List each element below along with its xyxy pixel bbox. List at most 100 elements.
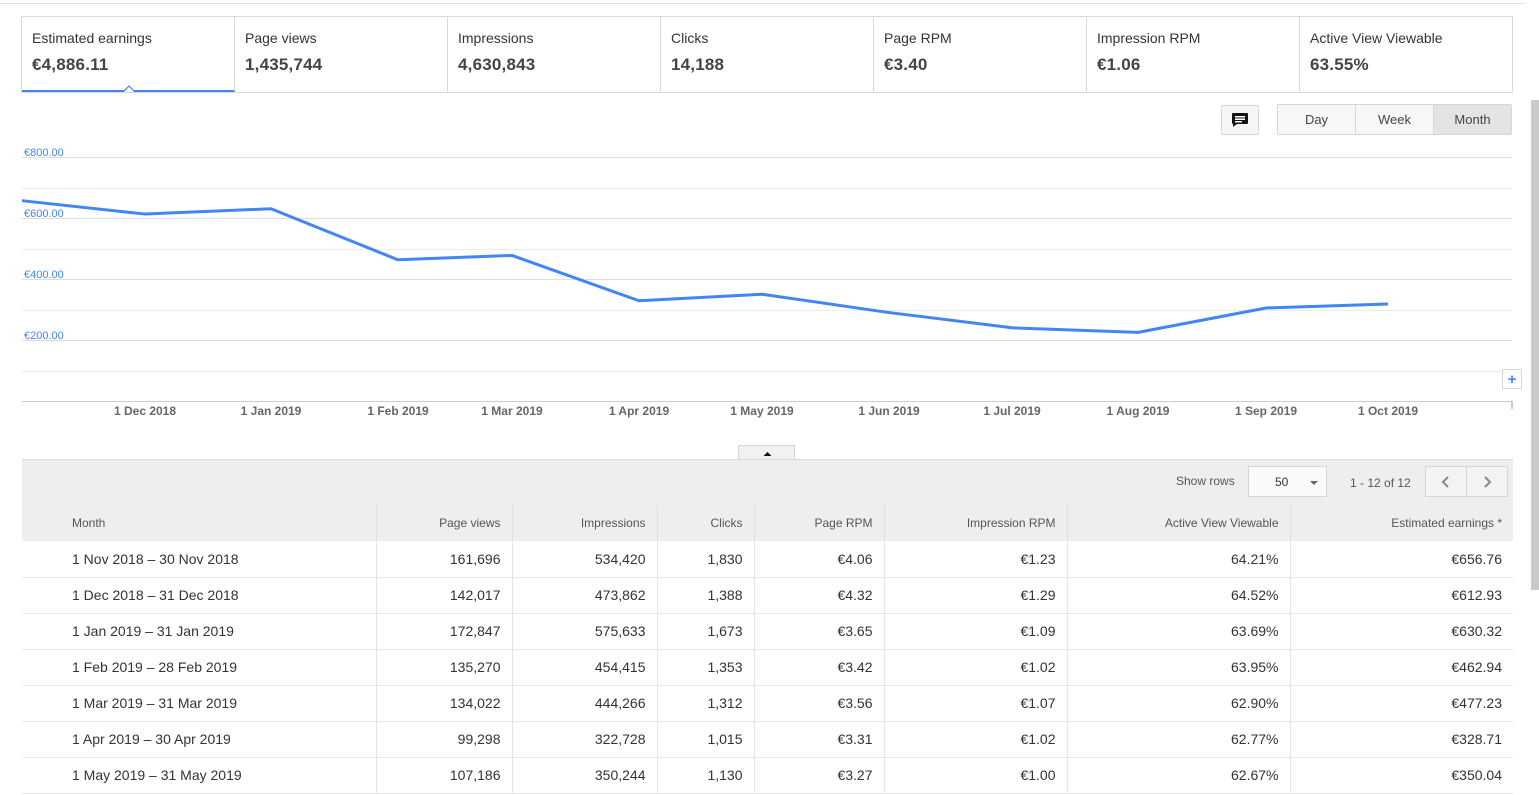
metric-tab-page-rpm[interactable]: Page RPM €3.40: [874, 17, 1087, 92]
data-point[interactable]: [885, 309, 893, 317]
column-header-impressions[interactable]: Impressions: [511, 505, 657, 541]
data-point[interactable]: [394, 256, 402, 264]
data-point[interactable]: [141, 210, 149, 218]
previous-page-button[interactable]: [1425, 466, 1467, 497]
x-tick-label: 1 Mar 2019: [481, 404, 543, 418]
table-cell: 1 Jan 2019 – 31 Jan 2019: [72, 623, 234, 639]
table-cell: 172,847: [375, 613, 512, 649]
column-header-active-view-viewable[interactable]: Active View Viewable: [1066, 505, 1290, 541]
chevron-left-icon: [1441, 475, 1449, 488]
metric-tab-page-views[interactable]: Page views 1,435,744: [235, 17, 448, 92]
table-cell: 1,130: [656, 757, 754, 793]
metric-tab-impressions[interactable]: Impressions 4,630,843: [448, 17, 661, 92]
table-cell: €630.32: [1289, 613, 1513, 649]
x-tick-label: 1 Jun 2019: [858, 404, 920, 418]
table-cell: €1.07: [883, 685, 1067, 721]
table-cell: €1.29: [883, 577, 1067, 613]
table-cell: €3.31: [753, 721, 884, 757]
metric-label: Impressions: [458, 30, 534, 46]
metric-label: Estimated earnings: [32, 30, 152, 46]
period-week-button[interactable]: Week: [1356, 105, 1434, 134]
data-point[interactable]: [1008, 324, 1016, 332]
metric-value: 4,630,843: [458, 55, 536, 74]
metric-tab-active-view-viewable[interactable]: Active View Viewable 63.55%: [1300, 17, 1512, 92]
metric-tab-impression-rpm[interactable]: Impression RPM €1.06: [1087, 17, 1300, 92]
report-table-panel: Show rows 50 1 - 12 of 12 Month Page view…: [22, 459, 1513, 795]
data-point[interactable]: [1134, 328, 1142, 336]
data-point[interactable]: [1384, 300, 1392, 308]
metric-tabs: Estimated earnings €4,886.11 Page views 1…: [21, 16, 1513, 93]
table-row: 1 Jan 2019 – 31 Jan 2019 172,847 575,633 1,…: [22, 613, 1513, 649]
metric-value: 14,188: [671, 55, 725, 74]
pagination-range: 1 - 12 of 12: [1350, 476, 1411, 490]
table-row: 1 Dec 2018 – 31 Dec 2018 142,017 473,862 1,…: [22, 577, 1513, 613]
chart-svg: €800.00 €600.00 €400.00 €200.00 1 Dec 2018 1 …: [18, 147, 1513, 418]
data-point[interactable]: [758, 290, 766, 298]
annotations-button[interactable]: [1221, 105, 1259, 135]
table-cell: 444,266: [511, 685, 657, 721]
earnings-series-line: [21, 199, 1389, 334]
table-cell: €477.23: [1289, 685, 1513, 721]
data-point[interactable]: [267, 205, 275, 213]
page-scrollbar[interactable]: [1531, 100, 1539, 590]
column-header-clicks[interactable]: Clicks: [656, 505, 754, 541]
table-cell: €656.76: [1289, 541, 1513, 577]
table-cell: 575,633: [511, 613, 657, 649]
table-toolbar: Show rows 50 1 - 12 of 12: [22, 460, 1513, 505]
table-cell: €328.71: [1289, 721, 1513, 757]
table-row: 1 Apr 2019 – 30 Apr 2019 99,298 322,728 1,0…: [22, 721, 1513, 757]
column-header-page-rpm[interactable]: Page RPM: [753, 505, 884, 541]
data-point[interactable]: [508, 251, 516, 259]
collapse-chart-button[interactable]: [738, 445, 795, 460]
table-cell: 99,298: [375, 721, 512, 757]
table-cell: 1 Apr 2019 – 30 Apr 2019: [72, 731, 231, 747]
table-cell: 1 Dec 2018 – 31 Dec 2018: [72, 587, 239, 603]
period-month-button[interactable]: Month: [1434, 105, 1511, 134]
column-header-month[interactable]: Month: [22, 505, 376, 541]
x-tick-label: 1 Sep 2019: [1235, 404, 1297, 418]
data-point[interactable]: [18, 197, 26, 205]
table-cell: 63.69%: [1066, 613, 1290, 649]
period-day-button[interactable]: Day: [1278, 105, 1356, 134]
table-cell: €3.27: [753, 757, 884, 793]
table-cell: €612.93: [1289, 577, 1513, 613]
table-cell: €4.06: [753, 541, 884, 577]
metric-label: Active View Viewable: [1310, 30, 1443, 46]
table-row: 1 Mar 2019 – 31 Mar 2019 134,022 444,266 1,…: [22, 685, 1513, 721]
plus-icon[interactable]: +: [1502, 369, 1522, 389]
table-cell: €350.04: [1289, 757, 1513, 793]
metric-value: €4,886.11: [32, 55, 109, 74]
table-cell: €462.94: [1289, 649, 1513, 685]
column-header-estimated-earnings[interactable]: Estimated earnings *: [1289, 505, 1513, 541]
table-cell: 473,862: [511, 577, 657, 613]
next-page-button[interactable]: [1466, 466, 1508, 497]
table-cell: 1 Nov 2018 – 30 Nov 2018: [72, 550, 239, 567]
data-point[interactable]: [1262, 304, 1270, 312]
column-header-impression-rpm[interactable]: Impression RPM: [883, 505, 1067, 541]
table-cell: 64.52%: [1066, 577, 1290, 613]
table-cell: €1.00: [883, 757, 1067, 793]
table-cell: 62.90%: [1066, 685, 1290, 721]
table-cell: 161,696: [375, 541, 512, 577]
table-cell: 1,312: [656, 685, 754, 721]
caret-up-icon: [763, 452, 772, 456]
rows-per-page-select[interactable]: 50: [1248, 466, 1327, 497]
table-cell: €1.02: [883, 721, 1067, 757]
table-cell: 62.67%: [1066, 757, 1290, 793]
x-tick-label: 1 Feb 2019: [367, 404, 429, 418]
table-cell: 1 Feb 2019 – 28 Feb 2019: [72, 659, 238, 675]
top-divider: [0, 3, 1525, 4]
table-header-row: Month Page views Impressions Clicks Page RPM…: [22, 505, 1513, 541]
metric-tab-estimated-earnings[interactable]: Estimated earnings €4,886.11: [22, 17, 235, 92]
table-cell: 1,353: [656, 649, 754, 685]
rows-per-page-value: 50: [1275, 474, 1289, 489]
metric-value: €1.06: [1097, 55, 1141, 74]
metric-tab-clicks[interactable]: Clicks 14,188: [661, 17, 874, 92]
data-point[interactable]: [635, 297, 643, 305]
metric-label: Clicks: [671, 30, 709, 46]
metric-label: Page RPM: [884, 30, 952, 46]
show-rows-label: Show rows: [1176, 474, 1235, 488]
table-cell: €3.56: [753, 685, 884, 721]
column-header-page-views[interactable]: Page views: [375, 505, 512, 541]
x-tick-label: 1 Jul 2019: [983, 404, 1041, 418]
